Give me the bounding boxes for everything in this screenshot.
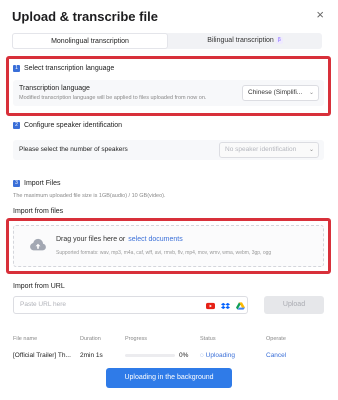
beta-badge: β xyxy=(275,37,283,44)
step-number: 2 xyxy=(13,122,20,129)
section-import-title: Import Files xyxy=(24,180,61,187)
tab-monolingual[interactable]: Monolingual transcription xyxy=(12,33,168,49)
supported-formats: Supported formats: wav, mp3, m4a, caf, w… xyxy=(56,250,272,256)
progress-text: 0% xyxy=(179,352,189,359)
language-select[interactable]: Chinese (Simplifi... ⌄ xyxy=(242,85,319,101)
step-number: 3 xyxy=(13,180,20,187)
speaker-row: Please select the number of speakers No … xyxy=(13,140,324,160)
table-header-file-name: File name xyxy=(13,336,38,342)
upload-background-button[interactable]: Uploading in the background xyxy=(106,368,232,388)
language-select-value: Chinese (Simplifi... xyxy=(248,89,303,96)
section-speaker-title: Configure speaker identification xyxy=(24,122,123,129)
table-header-status: Status xyxy=(200,336,216,342)
table-header-duration: Duration xyxy=(80,336,101,342)
cancel-link[interactable]: Cancel xyxy=(266,352,286,359)
language-label: Transcription language xyxy=(19,85,90,92)
file-dropzone[interactable]: Drag your files here or select documents … xyxy=(13,225,324,267)
youtube-icon[interactable] xyxy=(206,302,215,310)
progress-bar xyxy=(125,354,175,357)
url-input-box xyxy=(13,296,248,314)
tab-bilingual[interactable]: Bilingual transcription β xyxy=(168,33,322,49)
speaker-label: Please select the number of speakers xyxy=(19,146,128,153)
speaker-select-placeholder: No speaker identification xyxy=(225,146,297,153)
drop-text: Drag your files here or select documents xyxy=(56,236,183,243)
table-header-operate: Operate xyxy=(266,336,286,342)
close-icon[interactable]: × xyxy=(316,8,324,22)
upload-button[interactable]: Upload xyxy=(264,296,324,314)
duration-cell: 2min 1s xyxy=(80,352,103,359)
mode-tabs: Monolingual transcription Bilingual tran… xyxy=(12,33,322,49)
google-drive-icon[interactable] xyxy=(236,302,245,310)
language-row: Transcription language Modified transcri… xyxy=(13,80,324,106)
dialog-title: Upload & transcribe file xyxy=(12,9,158,24)
section-import-heading: 3 Import Files xyxy=(13,180,61,187)
chevron-down-icon: ⌄ xyxy=(308,147,314,153)
dropbox-icon[interactable] xyxy=(221,302,230,310)
tab-monolingual-label: Monolingual transcription xyxy=(51,38,129,45)
drop-instructions: Drag your files here or xyxy=(56,236,126,243)
file-name-cell: [Official Trailer] Th... xyxy=(13,352,71,359)
step-number: 1 xyxy=(13,65,20,72)
tab-bilingual-label: Bilingual transcription xyxy=(207,37,274,44)
status-cell: ◌ Uploading xyxy=(200,352,235,359)
file-size-note: The maximum uploaded file size is 1GB(au… xyxy=(13,193,166,199)
select-documents-link[interactable]: select documents xyxy=(128,236,182,243)
speaker-select[interactable]: No speaker identification ⌄ xyxy=(219,142,319,158)
section-speaker-heading: 2 Configure speaker identification xyxy=(13,122,122,129)
cloud-upload-icon xyxy=(30,238,46,251)
section-language-title: Select transcription language xyxy=(24,65,115,72)
table-header-progress: Progress xyxy=(125,336,148,342)
status-text: Uploading xyxy=(205,352,235,359)
chevron-down-icon: ⌄ xyxy=(308,90,314,96)
url-input[interactable] xyxy=(20,301,200,308)
import-files-label: Import from files xyxy=(13,208,64,215)
language-sublabel: Modified transcription language will be … xyxy=(19,95,207,101)
section-language-heading: 1 Select transcription language xyxy=(13,65,114,72)
import-url-label: Import from URL xyxy=(13,283,65,290)
